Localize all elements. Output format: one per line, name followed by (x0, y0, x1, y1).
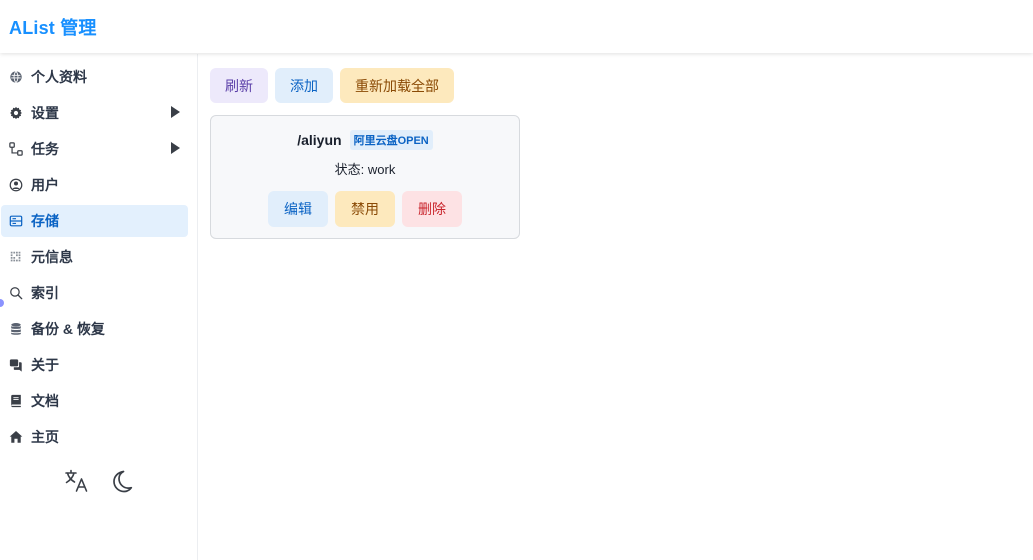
expand-arrow-icon[interactable] (171, 106, 180, 118)
sidebar-item-label: 个人资料 (31, 69, 87, 85)
task-flow-icon (9, 142, 23, 156)
mount-path: /aliyun (297, 132, 342, 148)
sidebar-item-profile[interactable]: 个人资料 (1, 61, 188, 93)
search-icon (9, 286, 23, 300)
storage-toolbar: 刷新 添加 重新加载全部 (210, 68, 454, 103)
sidebar: 个人资料 设置 任务 用户 存储 元信息 索引 备份 & 恢复 关于 文档 主页 (0, 54, 198, 560)
sidebar-item-label: 主页 (31, 429, 59, 445)
chat-bubbles-icon (9, 358, 23, 372)
database-icon (9, 322, 23, 336)
book-icon (9, 394, 23, 408)
sidebar-item-home[interactable]: 主页 (1, 421, 188, 453)
sidebar-item-tasks[interactable]: 任务 (1, 133, 188, 165)
add-button[interactable]: 添加 (275, 68, 333, 103)
disable-button[interactable]: 禁用 (335, 191, 395, 227)
user-circle-icon (9, 178, 23, 192)
sidebar-item-label: 备份 & 恢复 (31, 321, 105, 337)
sidebar-item-label: 用户 (31, 177, 59, 193)
driver-badge: 阿里云盘OPEN (349, 130, 433, 150)
delete-button[interactable]: 删除 (402, 191, 462, 227)
sidebar-item-label: 索引 (31, 285, 59, 301)
sidebar-item-label: 存储 (31, 213, 59, 229)
sidebar-item-about[interactable]: 关于 (1, 349, 188, 381)
sidebar-item-docs[interactable]: 文档 (1, 385, 188, 417)
app-title[interactable]: AList 管理 (9, 14, 97, 40)
storage-icon (9, 214, 23, 228)
metainfo-icon (9, 250, 23, 264)
translate-icon (64, 468, 90, 494)
sidebar-item-metainfo[interactable]: 元信息 (1, 241, 188, 273)
moon-icon (108, 468, 134, 494)
home-icon (9, 430, 23, 444)
reload-all-button[interactable]: 重新加载全部 (340, 68, 454, 103)
sidebar-item-users[interactable]: 用户 (1, 169, 188, 201)
sidebar-item-label: 关于 (31, 357, 59, 373)
sidebar-item-settings[interactable]: 设置 (1, 97, 188, 129)
sidebar-item-label: 文档 (31, 393, 59, 409)
sidebar-item-label: 元信息 (31, 249, 73, 265)
storage-status: 状态: work (334, 162, 396, 177)
refresh-button[interactable]: 刷新 (210, 68, 268, 103)
gear-icon (9, 106, 23, 120)
storage-card: /aliyun 阿里云盘OPEN 状态: work 编辑 禁用 删除 (210, 115, 520, 239)
sidebar-item-label: 任务 (31, 141, 59, 157)
theme-toggle-button[interactable] (107, 467, 135, 495)
sidebar-item-storage[interactable]: 存储 (1, 205, 188, 237)
storage-card-actions: 编辑 禁用 删除 (211, 191, 519, 227)
sidebar-item-backup-restore[interactable]: 备份 & 恢复 (1, 313, 188, 345)
sidebar-item-index[interactable]: 索引 (1, 277, 188, 309)
sidebar-item-label: 设置 (31, 105, 59, 121)
user-profile-icon (9, 70, 23, 84)
language-switch-button[interactable] (63, 467, 91, 495)
top-header: AList 管理 (0, 0, 1033, 53)
expand-arrow-icon[interactable] (171, 142, 180, 154)
sidebar-footer (0, 467, 198, 495)
storage-card-header: /aliyun 阿里云盘OPEN (211, 130, 519, 150)
edit-button[interactable]: 编辑 (268, 191, 328, 227)
